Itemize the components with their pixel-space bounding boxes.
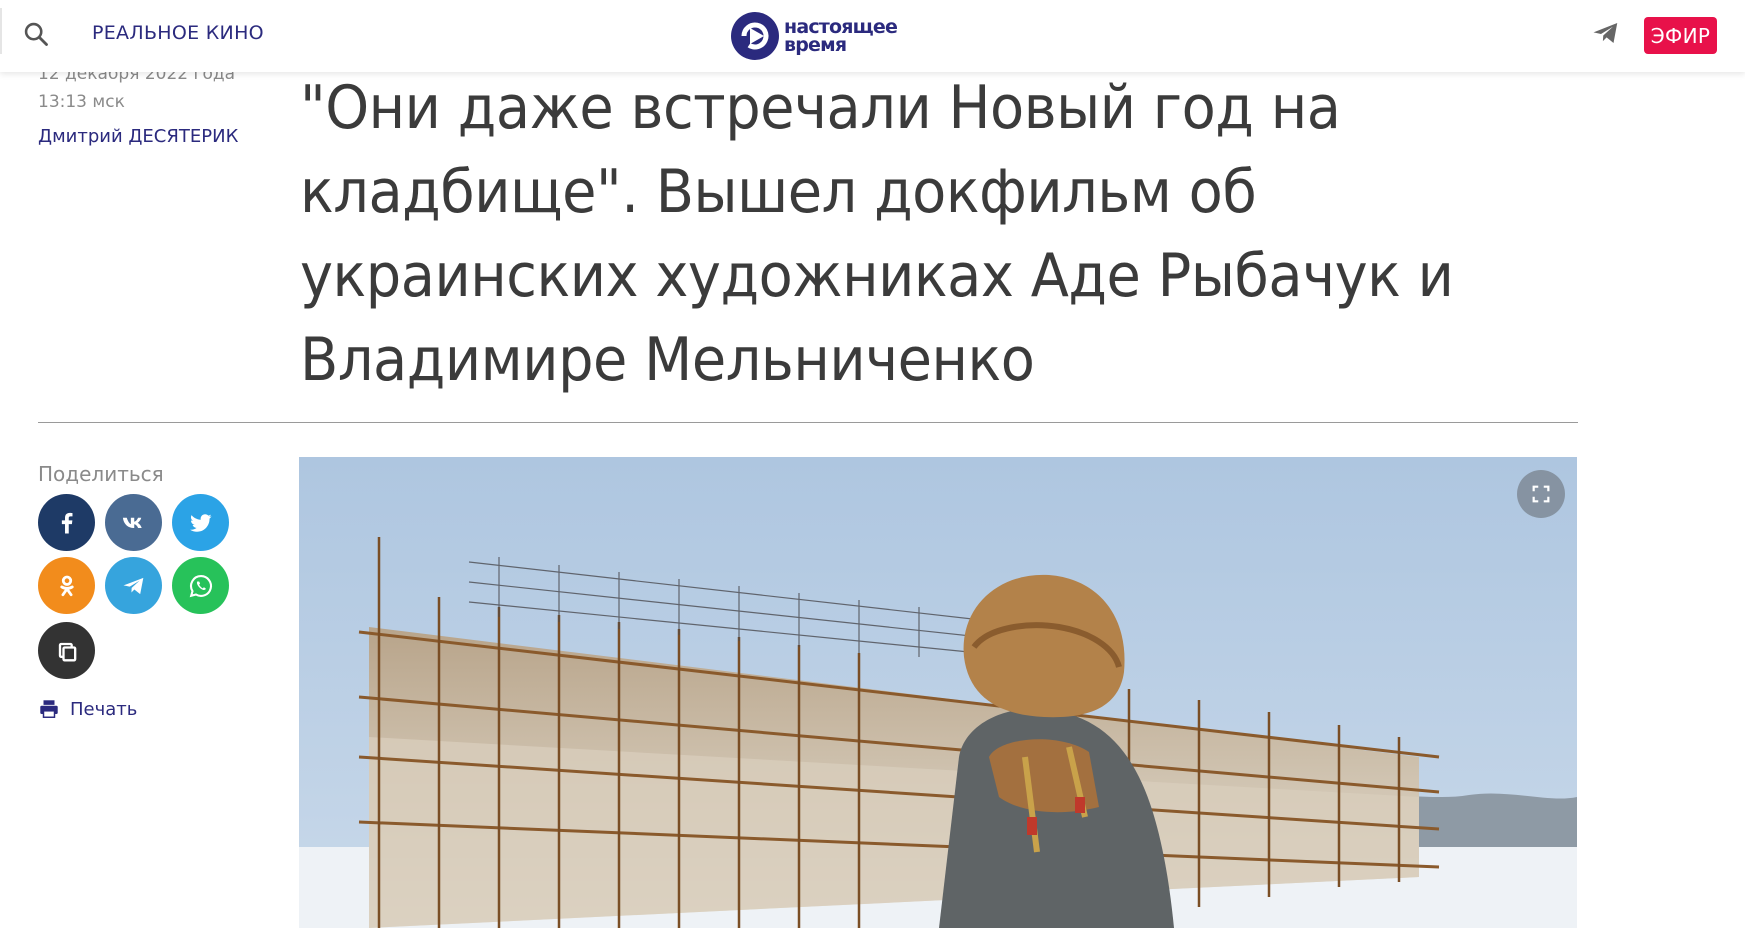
facebook-icon (61, 512, 72, 533)
header-telegram-button[interactable] (1591, 18, 1625, 52)
logo-line-2: время (784, 34, 847, 56)
fullscreen-button[interactable] (1517, 470, 1565, 518)
share-label: Поделиться (38, 462, 164, 486)
live-button[interactable]: ЭФИР (1644, 17, 1717, 54)
site-header: РЕАЛЬНОЕ КИНО настоящее время ЭФИР (0, 0, 1745, 72)
twitter-icon (189, 513, 211, 532)
share-odnoklassniki-button[interactable] (38, 557, 95, 614)
section-link[interactable]: РЕАЛЬНОЕ КИНО (92, 22, 264, 44)
share-facebook-button[interactable] (38, 494, 95, 551)
logo-wordmark: настоящее время (784, 18, 898, 56)
logo-mark-icon (731, 12, 779, 60)
share-telegram-button[interactable] (105, 557, 162, 614)
telegram-icon (123, 577, 143, 594)
share-whatsapp-button[interactable] (172, 557, 229, 614)
article-author[interactable]: Дмитрий ДЕСЯТЕРИК (38, 126, 278, 147)
article-main-photo[interactable] (299, 457, 1577, 928)
photo-scene (299, 457, 1577, 928)
article-title: "Они даже встречали Новый год на кладбищ… (300, 73, 1454, 395)
article-time: 13:13 мск (38, 92, 125, 112)
telegram-icon (1593, 23, 1618, 43)
share-vk-button[interactable] (105, 494, 162, 551)
article-meta: 12 декабря 2022 года 13:13 мск Дмитрий Д… (38, 60, 278, 147)
print-label: Печать (70, 698, 138, 720)
odnoklassniki-icon (59, 575, 74, 596)
copy-link-button[interactable] (38, 622, 95, 679)
print-button[interactable]: Печать (38, 698, 137, 720)
printer-icon (40, 700, 58, 718)
search-button[interactable] (22, 20, 52, 50)
header-left-border (0, 8, 2, 54)
copy-icon (58, 642, 76, 661)
share-twitter-button[interactable] (172, 494, 229, 551)
vk-icon (122, 517, 142, 528)
search-icon (24, 22, 48, 46)
whatsapp-icon (189, 574, 212, 597)
fullscreen-icon (1532, 485, 1550, 503)
title-divider (38, 422, 1578, 423)
site-logo[interactable]: настоящее время (730, 10, 898, 62)
